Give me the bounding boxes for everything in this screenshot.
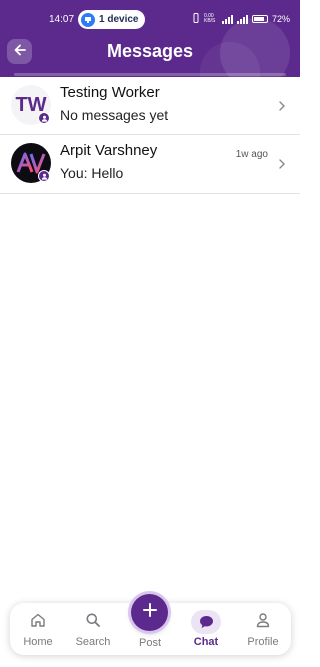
battery-icon [251,15,268,23]
home-icon [30,612,46,632]
status-bar: 14:07 1 device 0.00 KB/S 72% [0,0,300,38]
net-speed: 0.00 KB/S [203,13,216,24]
nav-home-label: Home [23,636,53,648]
chat-name: Testing Worker [60,84,160,101]
chat-bubble-icon [191,610,221,634]
vibrate-icon [192,13,200,25]
chat-list-item[interactable]: TW Testing Worker No messages yet [0,77,300,135]
nav-chat[interactable]: Chat [178,603,234,655]
chat-preview: You: Hello [60,165,124,181]
chat-name: Arpit Varshney [60,142,158,159]
nav-profile[interactable]: Profile [235,603,291,655]
nav-search-label: Search [75,636,111,648]
nav-home[interactable]: Home [10,603,66,655]
bottom-nav: Home Search Post Chat Profile [10,594,291,655]
search-icon [85,612,101,632]
plus-icon [142,603,157,622]
status-time: 14:07 [49,14,75,25]
signal-icon [221,14,233,24]
chat-preview: No messages yet [60,107,169,123]
device-pill-label: 1 device [99,14,139,25]
nav-chat-label: Chat [193,636,219,648]
chat-list: TW Testing Worker No messages yet Arpit … [0,77,300,194]
chevron-right-icon [278,99,286,117]
device-pill[interactable]: 1 device [78,10,145,29]
post-button[interactable] [131,594,168,631]
person-badge-icon [38,170,50,182]
header-divider [14,73,286,76]
battery-percent: 72% [271,14,290,24]
device-icon [81,12,95,27]
chat-list-item[interactable]: Arpit Varshney You: Hello 1w ago [0,135,300,194]
nav-post-label[interactable]: Post [120,637,180,649]
person-icon [255,612,271,632]
nav-search[interactable]: Search [65,603,121,655]
chat-timestamp: 1w ago [235,149,268,160]
app-header: 14:07 1 device 0.00 KB/S 72% Messages [0,0,300,77]
status-icons: 0.00 KB/S 72% [192,13,290,25]
nav-profile-label: Profile [247,636,279,648]
chevron-right-icon [278,157,286,175]
person-badge-icon [38,112,50,124]
page-title: Messages [106,41,194,61]
signal-icon [236,14,248,24]
